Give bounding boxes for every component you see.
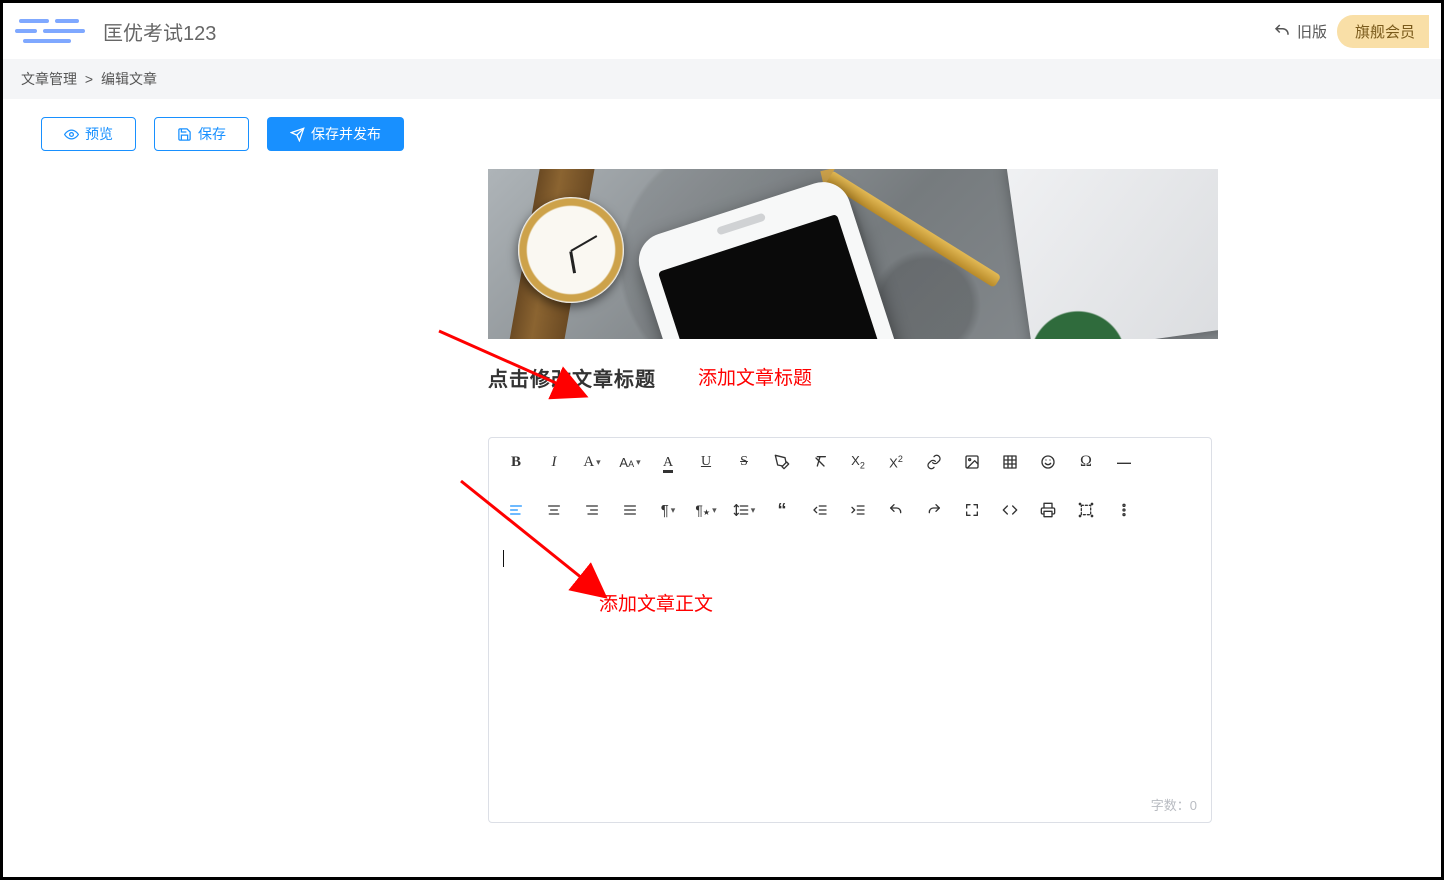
tool-special-char[interactable]: Ω xyxy=(1069,446,1103,478)
tool-strike[interactable]: S xyxy=(727,446,761,478)
cover-image[interactable] xyxy=(488,169,1218,339)
old-version-button[interactable]: 旧版 xyxy=(1273,21,1327,42)
publish-label: 保存并发布 xyxy=(311,124,381,144)
preview-button[interactable]: 预览 xyxy=(41,117,136,151)
article-title-input[interactable]: 点击修改文章标题 xyxy=(488,369,656,391)
rich-text-editor: BIA▾AA▾AUS X2X2 Ω— ¶▾¶★▾▾“ 添加文章正文 字数：0 xyxy=(488,437,1212,823)
logo xyxy=(15,13,95,49)
eye-icon xyxy=(64,127,79,142)
word-count: 字数：0 xyxy=(1151,795,1197,814)
tool-indent[interactable] xyxy=(841,494,875,526)
tool-table[interactable] xyxy=(993,446,1027,478)
tool-select-all[interactable] xyxy=(1069,494,1103,526)
tool-align-center[interactable] xyxy=(537,494,571,526)
tool-print[interactable] xyxy=(1031,494,1065,526)
save-button[interactable]: 保存 xyxy=(154,117,249,151)
save-label: 保存 xyxy=(198,124,226,144)
word-count-label: 字数： xyxy=(1151,798,1190,813)
breadcrumb: 文章管理 > 编辑文章 xyxy=(3,59,1441,99)
word-count-value: 0 xyxy=(1190,798,1197,813)
tool-link[interactable] xyxy=(917,446,951,478)
annotation-body: 添加文章正文 xyxy=(599,589,713,616)
tool-bold[interactable]: B xyxy=(499,446,533,478)
tool-emoji[interactable] xyxy=(1031,446,1065,478)
publish-button[interactable]: 保存并发布 xyxy=(267,117,404,151)
editor-body[interactable]: 添加文章正文 xyxy=(489,534,1211,822)
title-row: 点击修改文章标题 添加文章标题 xyxy=(488,363,1221,397)
tool-redo[interactable] xyxy=(917,494,951,526)
tool-quote[interactable]: “ xyxy=(765,494,799,526)
tool-paragraph[interactable]: ¶▾ xyxy=(651,494,685,526)
text-cursor xyxy=(503,550,504,567)
tool-font-size[interactable]: AA▾ xyxy=(613,446,647,478)
editor-toolbar-row-2: ¶▾¶★▾▾“ xyxy=(489,486,1211,534)
paper-plane-icon xyxy=(290,127,305,142)
editor-toolbar-row-1: BIA▾AA▾AUS X2X2 Ω— xyxy=(489,438,1211,486)
tool-font-family[interactable]: A▾ xyxy=(575,446,609,478)
membership-badge[interactable]: 旗舰会员 xyxy=(1337,15,1429,48)
breadcrumb-parent[interactable]: 文章管理 xyxy=(21,71,77,87)
undo-icon xyxy=(1273,22,1291,40)
tool-font-color[interactable]: A xyxy=(651,446,685,478)
tool-paragraph-style[interactable]: ¶★▾ xyxy=(689,494,723,526)
tool-more[interactable] xyxy=(1107,494,1141,526)
tool-highlight[interactable] xyxy=(765,446,799,478)
annotation-title: 添加文章标题 xyxy=(698,363,812,390)
tool-align-right[interactable] xyxy=(575,494,609,526)
tool-fullscreen[interactable] xyxy=(955,494,989,526)
action-bar: 预览 保存 保存并发布 xyxy=(3,99,1441,169)
tool-underline[interactable]: U xyxy=(689,446,723,478)
tool-code[interactable] xyxy=(993,494,1027,526)
old-version-label: 旧版 xyxy=(1297,21,1327,42)
tool-undo[interactable] xyxy=(879,494,913,526)
tool-outdent[interactable] xyxy=(803,494,837,526)
save-icon xyxy=(177,127,192,142)
tool-hr[interactable]: — xyxy=(1107,446,1141,478)
tool-clear-format[interactable] xyxy=(803,446,837,478)
content-area: 点击修改文章标题 添加文章标题 BIA▾AA▾AUS X2X2 Ω— ¶▾¶★▾▾“… xyxy=(3,169,1441,823)
tool-image[interactable] xyxy=(955,446,989,478)
tool-subscript[interactable]: X2 xyxy=(841,446,875,478)
preview-label: 预览 xyxy=(85,124,113,144)
tool-italic[interactable]: I xyxy=(537,446,571,478)
tool-align-justify[interactable] xyxy=(613,494,647,526)
tool-align-left[interactable] xyxy=(499,494,533,526)
tool-line-height[interactable]: ▾ xyxy=(727,494,761,526)
brand-title: 匡优考试123 xyxy=(103,17,216,46)
membership-label: 旗舰会员 xyxy=(1355,24,1415,41)
breadcrumb-current: 编辑文章 xyxy=(101,71,157,87)
breadcrumb-separator: > xyxy=(85,71,93,87)
tool-superscript[interactable]: X2 xyxy=(879,446,913,478)
top-bar: 匡优考试123 旧版 旗舰会员 xyxy=(3,3,1441,59)
